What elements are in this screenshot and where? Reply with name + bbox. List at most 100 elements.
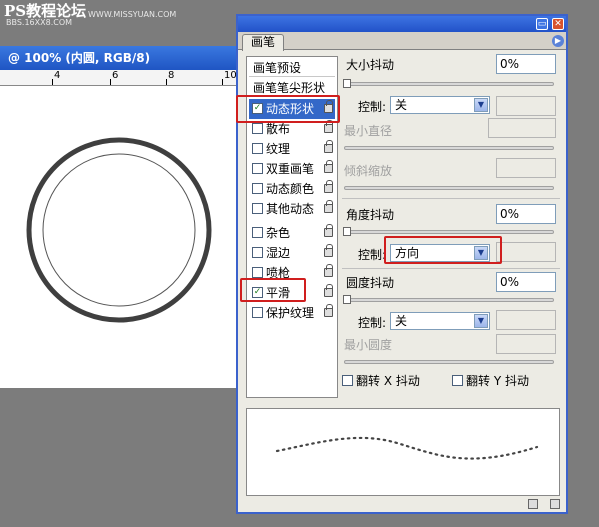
watermark-bbs: BBS.16XX8.COM bbox=[6, 18, 73, 27]
min-diameter-slider[interactable] bbox=[344, 146, 554, 150]
roundness-jitter-input[interactable]: 0% bbox=[496, 272, 556, 292]
ruler-tick bbox=[166, 79, 167, 85]
select-value: 关 bbox=[395, 314, 408, 328]
min-roundness-input[interactable] bbox=[496, 334, 556, 354]
stroke-preview-graphic bbox=[275, 436, 539, 460]
tilt-scale-slider[interactable] bbox=[344, 186, 554, 190]
checkbox-other-dynamics[interactable] bbox=[252, 203, 263, 214]
roundness-control-select[interactable]: 关 ▼ bbox=[390, 312, 490, 330]
watermark-url: WWW.MISSYUAN.COM bbox=[88, 10, 177, 19]
chevron-down-icon[interactable]: ▼ bbox=[474, 98, 488, 112]
slider-thumb[interactable] bbox=[343, 79, 351, 88]
document-canvas[interactable] bbox=[0, 86, 240, 388]
tab-strip: 画笔 ▶ bbox=[238, 32, 566, 51]
list-item-label: 动态颜色 bbox=[266, 182, 315, 196]
size-control-field[interactable] bbox=[496, 96, 556, 116]
outer-ring bbox=[26, 137, 212, 323]
ruler-tick bbox=[110, 79, 111, 85]
list-item-texture[interactable]: 纹理 bbox=[249, 139, 335, 159]
palette-menu-icon[interactable]: ▶ bbox=[552, 35, 564, 47]
list-item-label: 湿边 bbox=[266, 246, 291, 260]
tab-brush[interactable]: 画笔 bbox=[242, 34, 284, 51]
lock-icon[interactable] bbox=[324, 200, 333, 213]
min-diameter-input[interactable] bbox=[488, 118, 556, 138]
angle-jitter-slider[interactable] bbox=[343, 227, 554, 236]
lock-icon[interactable] bbox=[324, 244, 333, 257]
list-item-protect-texture[interactable]: 保护纹理 bbox=[249, 303, 335, 323]
lock-icon[interactable] bbox=[324, 180, 333, 193]
divider bbox=[342, 268, 560, 269]
min-roundness-slider[interactable] bbox=[344, 360, 554, 364]
document-title: @ 100% (内圆, RGB/8) bbox=[8, 51, 151, 65]
canvas-artwork bbox=[26, 137, 212, 323]
ruler-label: 6 bbox=[112, 70, 119, 81]
checkbox-airbrush[interactable] bbox=[252, 267, 263, 278]
palette-footer bbox=[520, 498, 560, 510]
brush-presets-item[interactable]: 画笔预设 bbox=[249, 59, 335, 77]
size-jitter-input[interactable]: 0% bbox=[496, 54, 556, 74]
ruler-tick bbox=[222, 79, 223, 85]
highlight-angle-control bbox=[384, 236, 502, 264]
tilt-scale-input[interactable] bbox=[496, 158, 556, 178]
lock-icon[interactable] bbox=[324, 140, 333, 153]
dotted-stroke bbox=[275, 436, 539, 460]
document-titlebar[interactable]: @ 100% (内圆, RGB/8) bbox=[0, 46, 240, 70]
list-item-label: 保护纹理 bbox=[266, 306, 315, 320]
size-control-label: 控制: bbox=[358, 100, 387, 114]
list-item-label: 双重画笔 bbox=[266, 162, 315, 176]
flip-y-label: 翻转 Y 抖动 bbox=[466, 374, 529, 388]
size-jitter-label: 大小抖动 bbox=[346, 58, 395, 72]
angle-control-label: 控制: bbox=[358, 248, 387, 262]
palette-titlebar[interactable]: ▭ ✕ bbox=[238, 16, 566, 32]
checkbox-texture[interactable] bbox=[252, 143, 263, 154]
checkbox-protect-texture[interactable] bbox=[252, 307, 263, 318]
roundness-jitter-label: 圆度抖动 bbox=[346, 276, 395, 290]
slider-thumb[interactable] bbox=[343, 227, 351, 236]
size-jitter-slider[interactable] bbox=[343, 79, 554, 88]
lock-icon[interactable] bbox=[324, 224, 333, 237]
list-item-label: 其他动态 bbox=[266, 202, 315, 216]
lock-icon[interactable] bbox=[324, 284, 333, 297]
checkbox-flip-y[interactable] bbox=[452, 375, 463, 386]
roundness-control-field[interactable] bbox=[496, 310, 556, 330]
brush-palette[interactable]: ▭ ✕ 画笔 ▶ 画笔预设 画笔笔尖形状 ✓ 动态形状 散布 纹理 双重画笔 动… bbox=[236, 14, 568, 514]
highlight-shape-dynamics bbox=[236, 95, 340, 123]
close-button[interactable]: ✕ bbox=[552, 18, 564, 30]
checkbox-flip-x[interactable] bbox=[342, 375, 353, 386]
inner-circle bbox=[42, 153, 196, 307]
trash-icon[interactable] bbox=[550, 499, 560, 509]
checkbox-scattering[interactable] bbox=[252, 123, 263, 134]
list-item-other-dynamics[interactable]: 其他动态 bbox=[249, 199, 335, 219]
list-item-label: 杂色 bbox=[266, 226, 291, 240]
ruler-tick bbox=[52, 79, 53, 85]
checkbox-color-dynamics[interactable] bbox=[252, 183, 263, 194]
lock-icon[interactable] bbox=[324, 160, 333, 173]
angle-control-field[interactable] bbox=[496, 242, 556, 262]
horizontal-ruler[interactable]: 4 6 8 10 bbox=[0, 70, 240, 86]
min-roundness-label: 最小圆度 bbox=[344, 338, 393, 352]
roundness-control-label: 控制: bbox=[358, 316, 387, 330]
new-preset-icon[interactable] bbox=[528, 499, 539, 509]
flip-x-label: 翻转 X 抖动 bbox=[356, 374, 420, 388]
lock-icon[interactable] bbox=[324, 120, 333, 133]
size-control-select[interactable]: 关 ▼ bbox=[390, 96, 490, 114]
min-diameter-label: 最小直径 bbox=[344, 124, 393, 138]
tilt-scale-label: 倾斜缩放 bbox=[344, 164, 393, 178]
angle-jitter-input[interactable]: 0% bbox=[496, 204, 556, 224]
roundness-jitter-slider[interactable] bbox=[343, 295, 554, 304]
list-item-wet-edges[interactable]: 湿边 bbox=[249, 243, 335, 263]
lock-icon[interactable] bbox=[324, 264, 333, 277]
checkbox-wet-edges[interactable] bbox=[252, 247, 263, 258]
list-item-color-dynamics[interactable]: 动态颜色 bbox=[249, 179, 335, 199]
checkbox-noise[interactable] bbox=[252, 227, 263, 238]
lock-icon[interactable] bbox=[324, 304, 333, 317]
list-item-dual-brush[interactable]: 双重画笔 bbox=[249, 159, 335, 179]
list-item-label: 纹理 bbox=[266, 142, 291, 156]
list-item-noise[interactable]: 杂色 bbox=[249, 223, 335, 243]
highlight-smoothing bbox=[240, 278, 306, 302]
minimize-button[interactable]: ▭ bbox=[536, 18, 548, 30]
checkbox-dual-brush[interactable] bbox=[252, 163, 263, 174]
angle-jitter-label: 角度抖动 bbox=[346, 208, 395, 222]
chevron-down-icon[interactable]: ▼ bbox=[474, 314, 488, 328]
slider-thumb[interactable] bbox=[343, 295, 351, 304]
